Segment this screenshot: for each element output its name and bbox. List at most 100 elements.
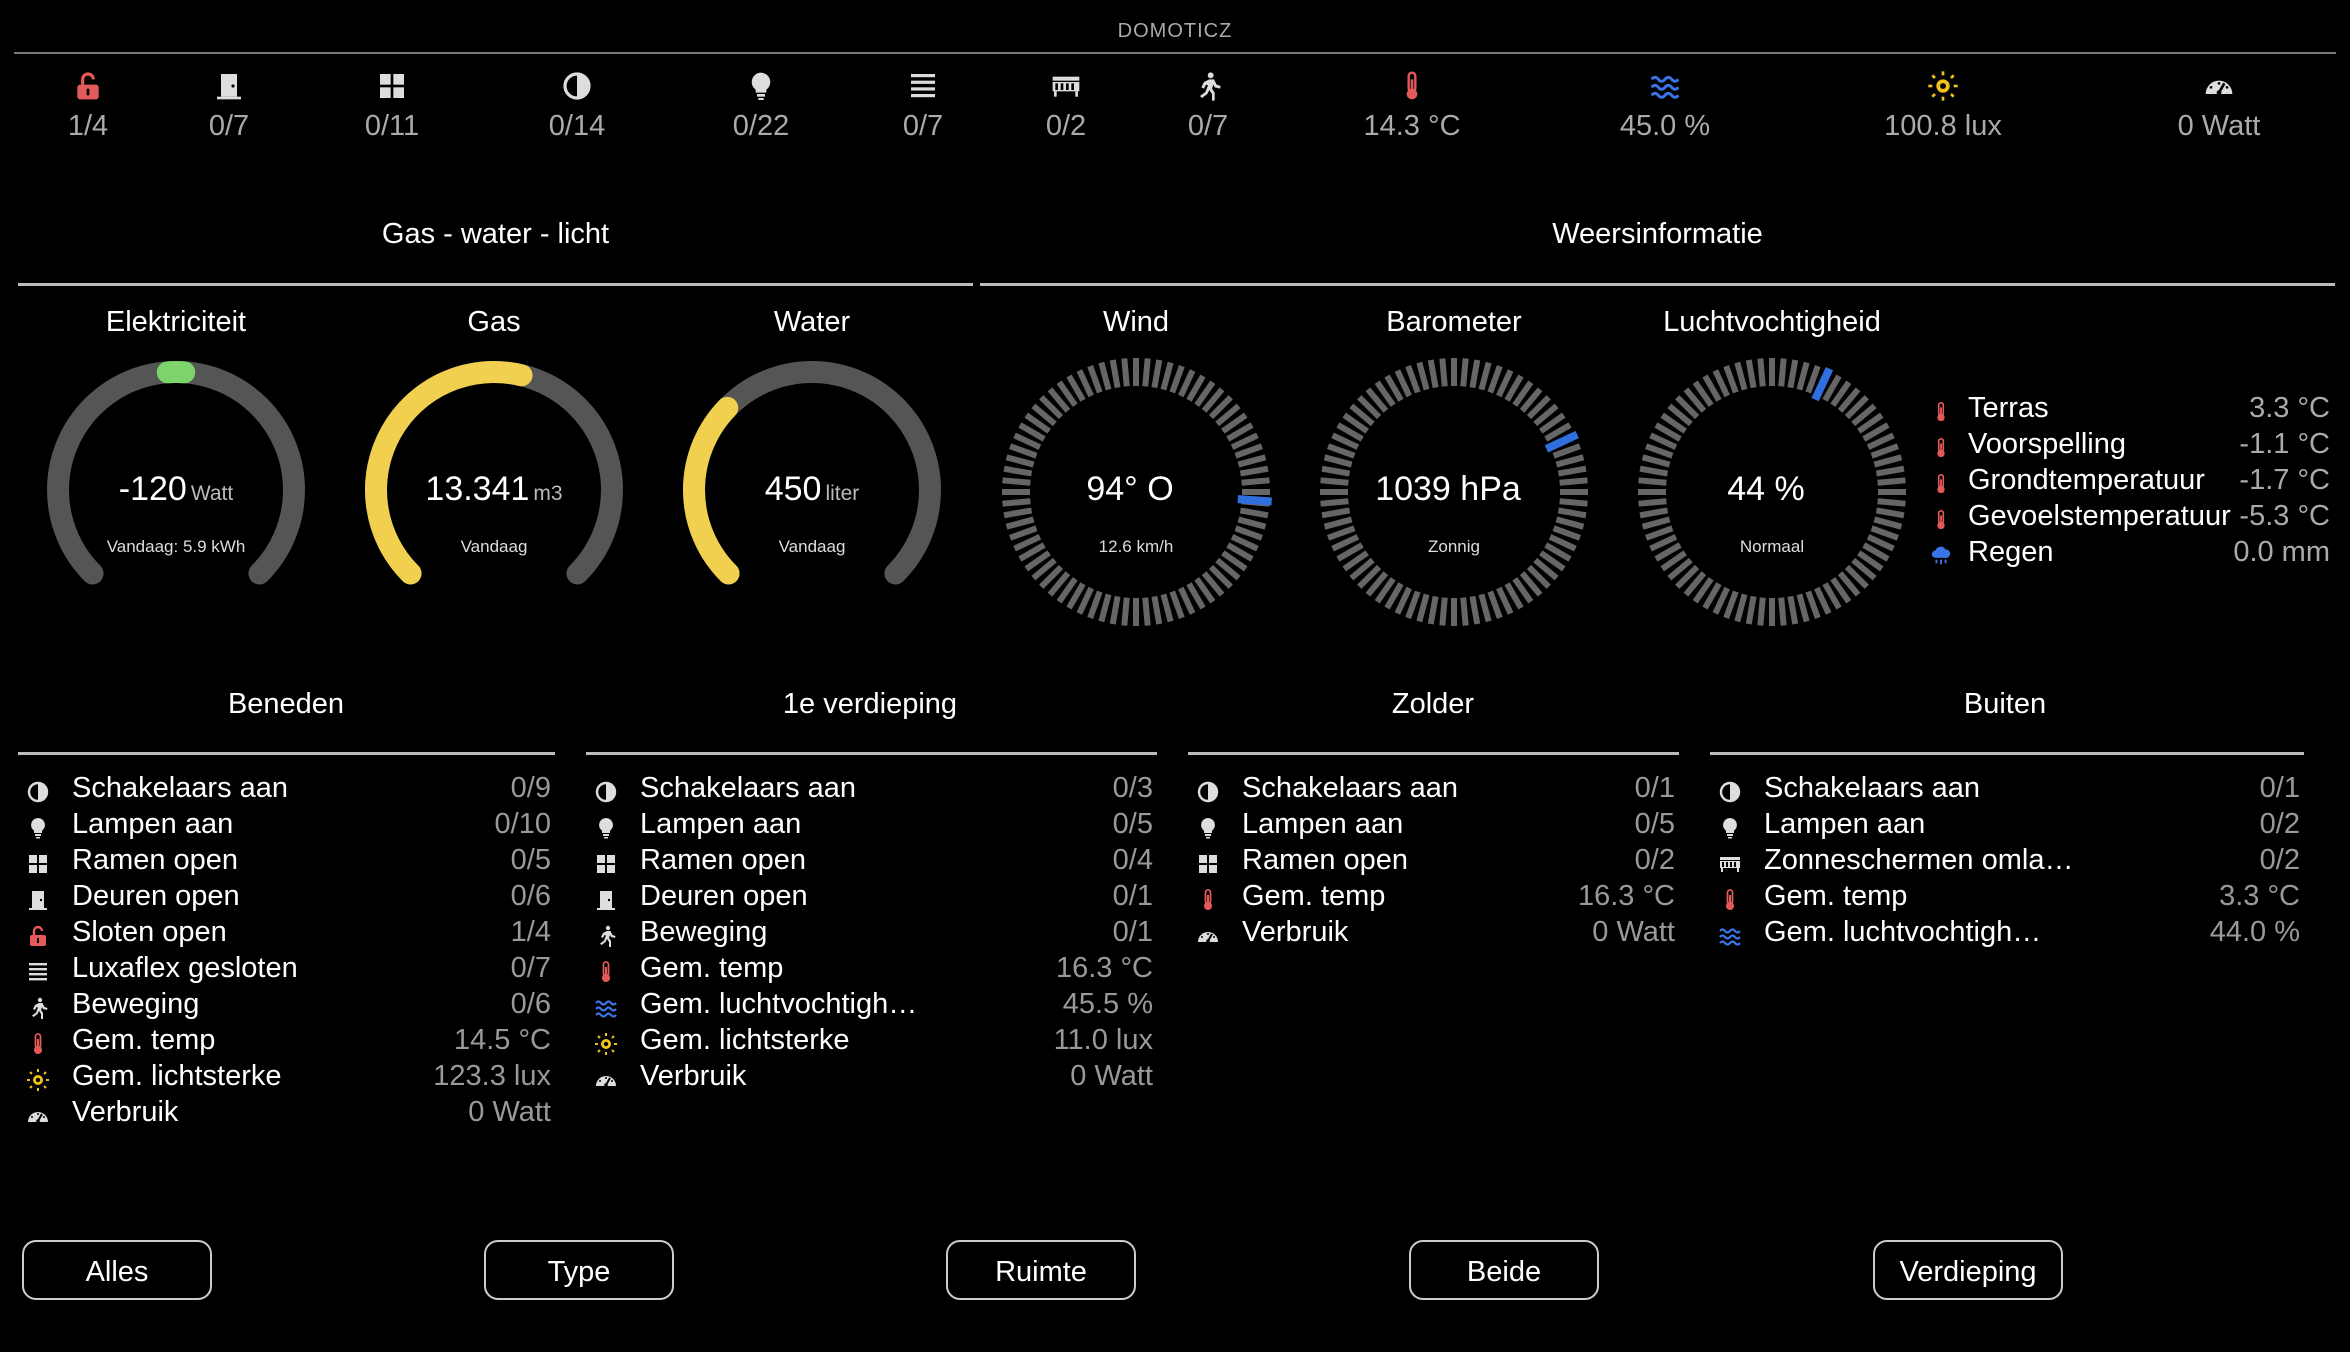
- humidity-icon: [1718, 921, 1742, 946]
- gauge-subtext: Vandaag: [460, 537, 528, 556]
- room-row-label: Ramen open: [72, 844, 239, 876]
- gauge-subtext: Vandaag: 5.9 kWh: [106, 537, 246, 556]
- room-row[interactable]: Zonneschermen omla… 0/2: [1710, 842, 2304, 878]
- view-button-verdieping[interactable]: Verdieping: [1873, 1240, 2063, 1300]
- room-row-value: 0/1: [1112, 916, 1153, 948]
- room-row[interactable]: Lampen aan 0/5: [1188, 806, 1679, 842]
- room-row[interactable]: Schakelaars aan 0/1: [1710, 770, 2304, 806]
- room-row[interactable]: Verbruik 0 Watt: [1188, 914, 1679, 950]
- bulb-icon: [1196, 813, 1220, 839]
- room-row-label: Gem. temp: [1764, 880, 1908, 912]
- dial-tick: [1087, 365, 1103, 394]
- view-button-alles[interactable]: Alles: [22, 1240, 212, 1300]
- room-row[interactable]: Verbruik 0 Watt: [18, 1094, 555, 1130]
- room-row[interactable]: Verbruik 0 Watt: [586, 1058, 1157, 1094]
- room-row[interactable]: Luxaflex gesloten 0/7: [18, 950, 555, 986]
- room-title: Buiten: [1963, 688, 2047, 720]
- room-divider: [586, 752, 1157, 755]
- room-row[interactable]: Schakelaars aan 0/1: [1188, 770, 1679, 806]
- room-row[interactable]: Gem. temp 16.3 °C: [1188, 878, 1679, 914]
- door-icon: [139, 70, 319, 108]
- switch-icon: [1718, 777, 1742, 803]
- summary-item[interactable]: 14.3 °C: [1322, 70, 1502, 143]
- room-row-label: Gem. lichtsterke: [640, 1024, 850, 1056]
- dial-tick: [1109, 359, 1121, 389]
- view-button-type[interactable]: Type: [484, 1240, 674, 1300]
- app-title: DOMOTICZ: [1117, 20, 1233, 42]
- room-row[interactable]: Gem. lichtsterke 123.3 lux: [18, 1058, 555, 1094]
- switch-icon: [1196, 777, 1220, 803]
- room-row-label: Gem. temp: [72, 1024, 216, 1056]
- room-row[interactable]: Beweging 0/6: [18, 986, 555, 1022]
- room-row[interactable]: Schakelaars aan 0/3: [586, 770, 1157, 806]
- dial-tick: [1142, 597, 1151, 626]
- weather-row[interactable]: Grondtemperatuur -1.7 °C: [1930, 462, 2330, 498]
- dial-tick: [1009, 443, 1038, 459]
- room-row[interactable]: Ramen open 0/5: [18, 842, 555, 878]
- weather-row[interactable]: Terras 3.3 °C: [1930, 390, 2330, 426]
- gauge-unit: Watt: [190, 482, 234, 505]
- summary-item[interactable]: 0/7: [139, 70, 319, 143]
- dial-tick: [1323, 454, 1353, 468]
- room-row-value: 0 Watt: [1070, 1060, 1153, 1092]
- room-row-label: Verbruik: [72, 1096, 179, 1128]
- room-row[interactable]: Deuren open 0/6: [18, 878, 555, 914]
- room-row[interactable]: Sloten open 1/4: [18, 914, 555, 950]
- weather-label: Terras: [1968, 392, 2049, 424]
- room-row[interactable]: Gem. lichtsterke 11.0 lux: [586, 1022, 1157, 1058]
- room-row[interactable]: Gem. temp 16.3 °C: [586, 950, 1157, 986]
- dial-tick: [1787, 359, 1799, 389]
- room-row[interactable]: Ramen open 0/4: [586, 842, 1157, 878]
- summary-item[interactable]: 45.0 %: [1575, 70, 1755, 143]
- room-row[interactable]: Schakelaars aan 0/9: [18, 770, 555, 806]
- view-button-ruimte[interactable]: Ruimte: [946, 1240, 1136, 1300]
- room-row[interactable]: Ramen open 0/2: [1188, 842, 1679, 878]
- humidity-icon: [1575, 70, 1755, 108]
- room-row-value: 14.5 °C: [453, 1024, 551, 1056]
- room-row-label: Gem. temp: [1242, 880, 1386, 912]
- speedometer-icon: [2129, 70, 2309, 108]
- speedometer-icon: [594, 1065, 618, 1089]
- gauge-unit: liter: [825, 482, 860, 505]
- room-row[interactable]: Deuren open 0/1: [586, 878, 1157, 914]
- weather-row[interactable]: Voorspelling -1.1 °C: [1930, 426, 2330, 462]
- room-row-label: Schakelaars aan: [1764, 772, 1981, 804]
- thermometer-icon: [1718, 885, 1742, 910]
- room-row-value: 123.3 lux: [433, 1060, 551, 1092]
- weather-value: -1.1 °C: [2239, 428, 2330, 460]
- weather-row[interactable]: Gevoelstemperatuur -5.3 °C: [1930, 498, 2330, 534]
- window-icon: [1196, 849, 1220, 873]
- dial-tick: [1555, 516, 1585, 530]
- summary-item[interactable]: 0/7: [1118, 70, 1298, 143]
- view-button-beide[interactable]: Beide: [1409, 1240, 1599, 1300]
- summary-item[interactable]: 0/14: [487, 70, 667, 143]
- room-row[interactable]: Lampen aan 0/2: [1710, 806, 2304, 842]
- room-row[interactable]: Beweging 0/1: [586, 914, 1157, 950]
- room-row-label: Beweging: [640, 916, 768, 948]
- summary-item[interactable]: 0 Watt: [2129, 70, 2309, 143]
- dial-tick: [1778, 358, 1787, 387]
- room-row[interactable]: Gem. temp 14.5 °C: [18, 1022, 555, 1058]
- summary-item[interactable]: 0/22: [671, 70, 851, 143]
- room-row[interactable]: Lampen aan 0/10: [18, 806, 555, 842]
- room-row-value: 11.0 lux: [1053, 1024, 1153, 1056]
- dial-tick: [1005, 454, 1035, 468]
- weather-row[interactable]: Regen 0.0 mm: [1930, 534, 2330, 570]
- summary-item[interactable]: 0/11: [302, 70, 482, 143]
- weather-label: Grondtemperatuur: [1968, 464, 2205, 496]
- dial-tick: [1151, 595, 1163, 625]
- weather-label: Regen: [1968, 536, 2054, 568]
- room-row[interactable]: Gem. luchtvochtigh… 44.0 %: [1710, 914, 2304, 950]
- dial-tick: [1427, 595, 1439, 625]
- gauge-number: -120: [118, 470, 187, 508]
- room-row-label: Lampen aan: [1242, 808, 1404, 840]
- utilities-divider: [18, 283, 973, 286]
- dial-tick: [1469, 595, 1481, 625]
- dial-title: Wind: [1102, 306, 1170, 338]
- summary-item[interactable]: 100.8 lux: [1853, 70, 2033, 143]
- dial-tick: [1796, 593, 1810, 623]
- room-row[interactable]: Gem. temp 3.3 °C: [1710, 878, 2304, 914]
- room-row[interactable]: Lampen aan 0/5: [586, 806, 1157, 842]
- room-row[interactable]: Gem. luchtvochtigh… 45.5 %: [586, 986, 1157, 1022]
- dial-tick: [1003, 507, 1033, 519]
